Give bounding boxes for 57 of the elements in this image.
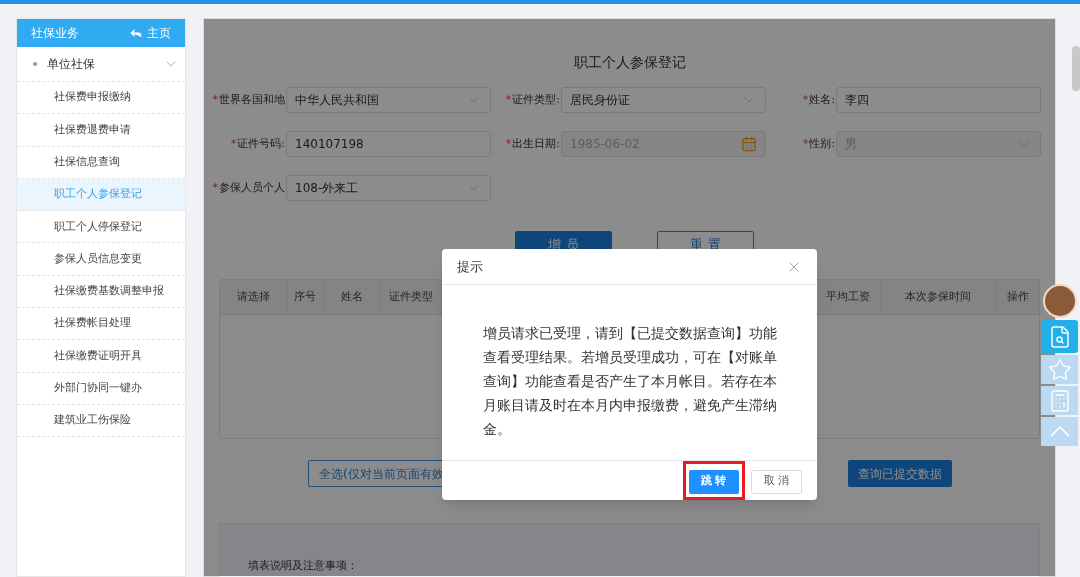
required-mark: * — [212, 179, 218, 196]
action-button[interactable]: 查询已提交数据 — [848, 460, 952, 487]
reply-arrow-icon — [129, 26, 143, 40]
sidebar-item[interactable]: 社保费帐目处理 — [17, 308, 185, 341]
select-field[interactable]: 中华人民共和国 — [286, 87, 491, 113]
required-mark: * — [802, 135, 809, 152]
bullet-icon — [33, 62, 37, 66]
dialog-title: 提示 — [457, 257, 483, 276]
calculator-tool-button[interactable] — [1041, 386, 1078, 415]
dialog-button[interactable]: 跳 转 — [688, 469, 739, 494]
group-label: 单位社保 — [47, 56, 95, 73]
column-header: 姓名 — [340, 288, 363, 305]
sidebar-item[interactable]: 职工个人停保登记 — [17, 211, 185, 244]
input-field[interactable]: 140107198 — [286, 131, 491, 157]
required-mark: * — [802, 91, 809, 108]
field-label: 证件类型: — [512, 91, 560, 108]
column-header: 平均工资 — [826, 288, 871, 305]
required-mark: * — [505, 135, 512, 152]
field-label: 性别: — [809, 135, 835, 152]
sidebar-item[interactable]: 参保人员信息变更 — [17, 243, 185, 276]
required-mark: * — [230, 135, 237, 152]
column-header: 证件类型 — [389, 288, 433, 305]
field-label: 参保人员个人 — [219, 179, 285, 196]
search-tool-button[interactable] — [1041, 320, 1078, 353]
select-field[interactable]: 居民身份证 — [561, 87, 766, 113]
sidebar-item[interactable]: 社保费申报缴纳 — [17, 82, 185, 115]
input-field[interactable]: 李四 — [836, 87, 1041, 113]
required-mark: * — [505, 91, 512, 108]
sidebar-item[interactable]: 社保缴费证明开具 — [17, 340, 185, 373]
menu-group[interactable]: 单位社保 — [17, 47, 185, 82]
dialog-button[interactable]: 取 消 — [750, 469, 802, 494]
select-field[interactable]: 108-外来工 — [286, 175, 491, 201]
column-header: 本次参保时间 — [905, 288, 972, 305]
field-label: 世界各国和地 — [219, 91, 285, 108]
sidebar-item[interactable]: 社保缴费基数调整申报 — [17, 275, 185, 309]
scrollbar-thumb[interactable] — [1072, 46, 1080, 91]
sidebar-item[interactable]: 社保费退费申请 — [17, 114, 185, 147]
chevron-up-icon — [1049, 426, 1070, 437]
column-header: 请选择 — [236, 288, 270, 305]
column-header: 序号 — [294, 288, 317, 305]
star-icon — [1047, 357, 1072, 382]
field-label: 姓名: — [809, 91, 835, 108]
notes-title: 填表说明及注意事项： — [248, 559, 358, 572]
star-tool-button[interactable] — [1041, 355, 1078, 384]
sidebar-title: 社保业务 — [31, 25, 79, 42]
column-header: 操作 — [1006, 288, 1029, 305]
required-mark: * — [212, 91, 218, 108]
sidebar-item[interactable]: 建筑业工伤保险 — [17, 404, 185, 438]
dialog-message: 增员请求已受理，请到【已提交数据查询】功能查看受理结果。若增员受理成功，可在【对账单查询】功能查看是否产生了本月帐目。若存在本月账目请及时在本月内申报缴费，避免产生滞纳金。 — [482, 324, 777, 439]
field-label: 证件号码: — [237, 135, 285, 152]
calendar-icon — [741, 136, 757, 152]
up-tool-button[interactable] — [1041, 417, 1078, 446]
assistant-avatar[interactable] — [1043, 284, 1077, 318]
form-title: 职工个人参保登记 — [573, 53, 686, 72]
field-label: 出生日期: — [512, 135, 560, 152]
sidebar-item[interactable]: 外部门协同一键办 — [17, 372, 185, 405]
sidebar-item[interactable]: 社保信息查询 — [17, 146, 185, 179]
